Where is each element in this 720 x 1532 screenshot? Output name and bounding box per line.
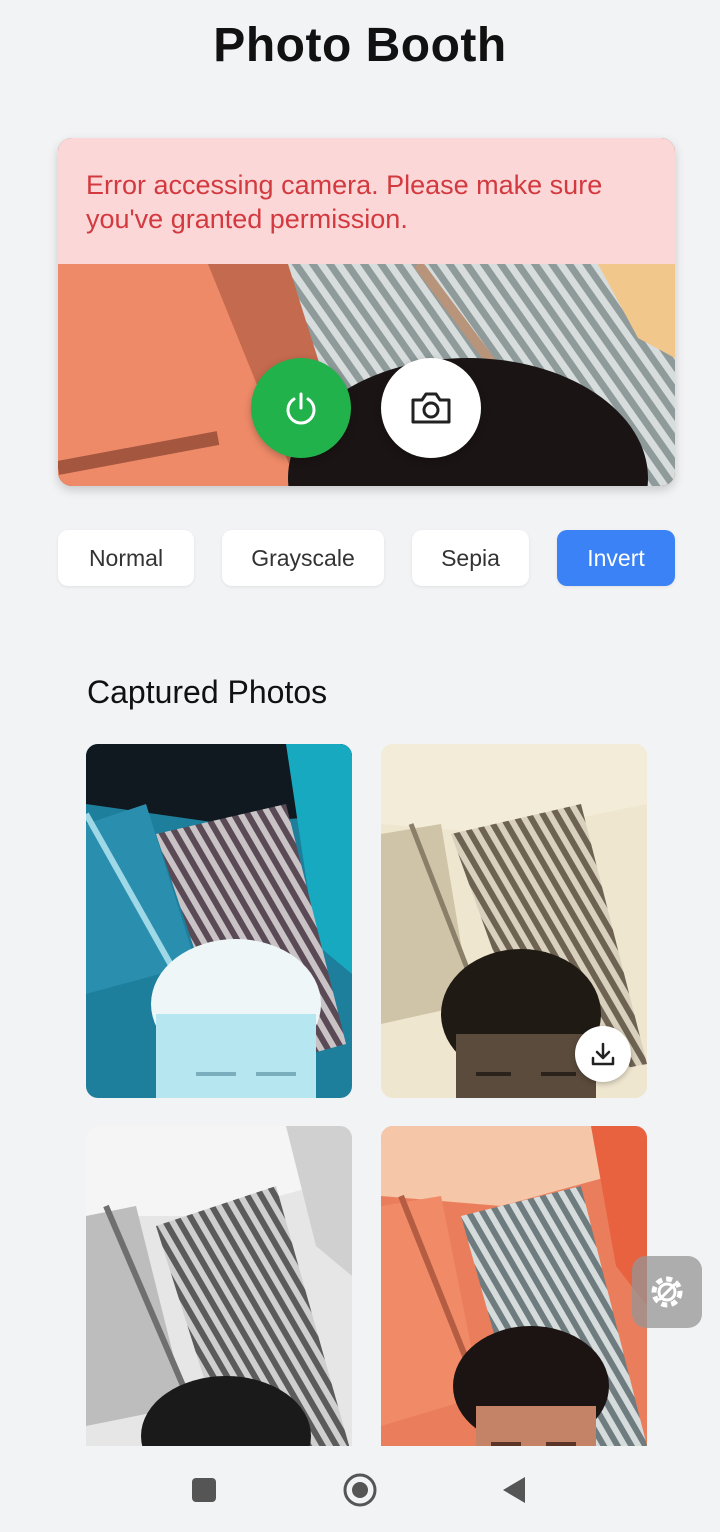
camera-icon bbox=[411, 392, 451, 424]
power-icon bbox=[286, 392, 316, 425]
back-button[interactable] bbox=[494, 1470, 534, 1510]
filter-normal-button[interactable]: Normal bbox=[58, 530, 194, 586]
filter-sepia-button[interactable]: Sepia bbox=[412, 530, 529, 586]
recents-icon bbox=[192, 1478, 216, 1502]
captured-photo[interactable] bbox=[86, 744, 352, 1098]
floating-tools-button[interactable] bbox=[632, 1256, 702, 1328]
download-button[interactable] bbox=[575, 1026, 631, 1082]
photo-image bbox=[381, 1126, 647, 1480]
recents-button[interactable] bbox=[184, 1470, 224, 1510]
power-button[interactable] bbox=[251, 358, 351, 458]
page-title: Photo Booth bbox=[213, 19, 507, 72]
capture-button[interactable] bbox=[381, 358, 481, 458]
camera-preview: Error accessing camera. Please make sure… bbox=[58, 138, 675, 486]
home-icon bbox=[343, 1473, 377, 1507]
camera-error-message: Error accessing camera. Please make sure… bbox=[58, 138, 675, 264]
captured-photo[interactable] bbox=[381, 1126, 647, 1480]
download-icon bbox=[591, 1042, 615, 1066]
photo-image bbox=[86, 1126, 352, 1480]
photo-image bbox=[86, 744, 352, 1098]
settings-tool-icon bbox=[651, 1276, 683, 1308]
captured-photo[interactable] bbox=[381, 744, 647, 1098]
captured-photos-title: Captured Photos bbox=[87, 674, 328, 710]
back-icon bbox=[503, 1477, 525, 1503]
captured-photo[interactable] bbox=[86, 1126, 352, 1480]
system-navigation-bar bbox=[0, 1446, 720, 1532]
home-button[interactable] bbox=[340, 1470, 380, 1510]
filter-grayscale-button[interactable]: Grayscale bbox=[222, 530, 384, 586]
filter-invert-button[interactable]: Invert bbox=[557, 530, 675, 586]
photo-booth-app: Photo Booth Error accessing camera. Plea… bbox=[0, 0, 720, 1532]
